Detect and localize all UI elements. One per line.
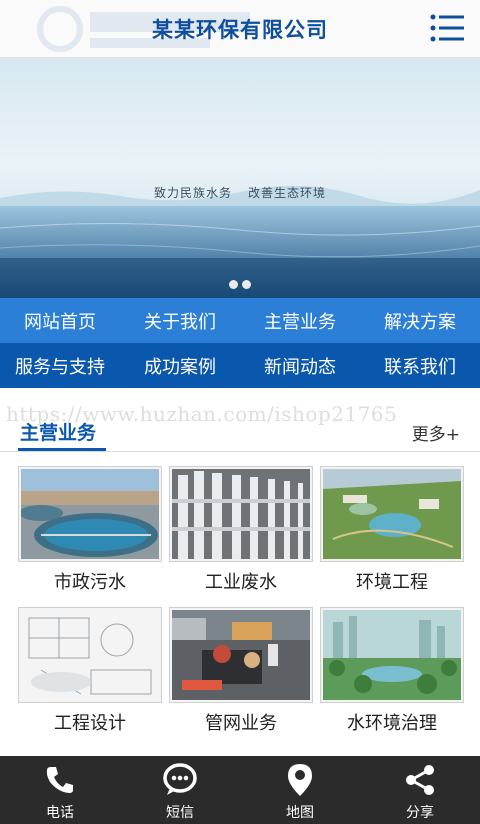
nav-row-1: 网站首页 关于我们 主营业务 解决方案 [0, 298, 480, 343]
blueprint-photo [21, 610, 159, 700]
main-nav: 网站首页 关于我们 主营业务 解决方案 服务与支持 成功案例 新闻动态 联系我们 [0, 298, 480, 388]
map-button[interactable]: 地图 [240, 756, 360, 824]
product-card[interactable]: 水环境治理 [320, 607, 464, 735]
product-label: 市政污水 [54, 572, 126, 593]
call-label: 电话 [46, 805, 74, 821]
tagline-left: 致力民族水务 [153, 186, 232, 200]
bottom-toolbar: 电话 短信 地图 分享 [0, 756, 480, 824]
product-card[interactable]: 工程设计 [18, 607, 162, 735]
product-thumb [169, 466, 313, 562]
pipe-inspection-photo [172, 610, 310, 700]
sms-button[interactable]: 短信 [120, 756, 240, 824]
green-city-photo [323, 610, 461, 700]
carousel-dot[interactable] [229, 280, 238, 289]
product-label: 环境工程 [356, 572, 428, 593]
phone-icon [46, 767, 73, 793]
nav-contact[interactable]: 联系我们 [360, 343, 480, 388]
product-label: 水环境治理 [347, 713, 437, 734]
message-icon [163, 763, 197, 795]
carousel-dot[interactable] [242, 280, 251, 289]
carousel-dots [0, 280, 480, 289]
menu-icon [430, 14, 464, 42]
treatment-tank-photo [21, 469, 159, 559]
share-icon [406, 765, 434, 795]
nav-support[interactable]: 服务与支持 [0, 343, 120, 388]
product-card[interactable]: 工业废水 [169, 466, 313, 594]
call-button[interactable]: 电话 [0, 756, 120, 824]
sms-label: 短信 [166, 805, 194, 821]
site-title: 某某环保有限公司 [152, 18, 328, 42]
menu-button[interactable] [430, 13, 466, 43]
product-label: 工程设计 [54, 713, 126, 734]
share-button[interactable]: 分享 [360, 756, 480, 824]
page: 某某环保有限公司 致力民族水务 改善生态环境 网站首页 关于我们 主营业务 解决… [0, 0, 480, 824]
nav-business[interactable]: 主营业务 [240, 298, 360, 343]
tagline-right: 改善生态环境 [248, 186, 327, 200]
map-label: 地图 [286, 805, 314, 821]
product-thumb [320, 466, 464, 562]
product-thumb [320, 607, 464, 703]
lake-scene-image [0, 58, 480, 298]
map-pin-icon [288, 764, 312, 796]
nav-home[interactable]: 网站首页 [0, 298, 120, 343]
product-label: 工业废水 [205, 572, 277, 593]
membrane-pipes-photo [172, 469, 310, 559]
section-underline [18, 448, 106, 451]
nav-cases[interactable]: 成功案例 [120, 343, 240, 388]
product-label: 管网业务 [205, 713, 277, 734]
share-label: 分享 [406, 805, 434, 821]
landscape-plan-photo [323, 469, 461, 559]
product-thumb [169, 607, 313, 703]
hero-banner[interactable]: 致力民族水务 改善生态环境 [0, 58, 480, 298]
product-thumb [18, 607, 162, 703]
product-card[interactable]: 环境工程 [320, 466, 464, 594]
banner-tagline: 致力民族水务 改善生态环境 [0, 184, 480, 201]
top-header: 某某环保有限公司 [0, 0, 480, 58]
nav-about[interactable]: 关于我们 [120, 298, 240, 343]
watermark-url: https://www.huzhan.com/ishop21765 [6, 402, 398, 426]
product-card[interactable]: 市政污水 [18, 466, 162, 594]
nav-row-2: 服务与支持 成功案例 新闻动态 联系我们 [0, 343, 480, 388]
nav-solutions[interactable]: 解决方案 [360, 298, 480, 343]
product-card[interactable]: 管网业务 [169, 607, 313, 735]
product-thumb [18, 466, 162, 562]
nav-news[interactable]: 新闻动态 [240, 343, 360, 388]
